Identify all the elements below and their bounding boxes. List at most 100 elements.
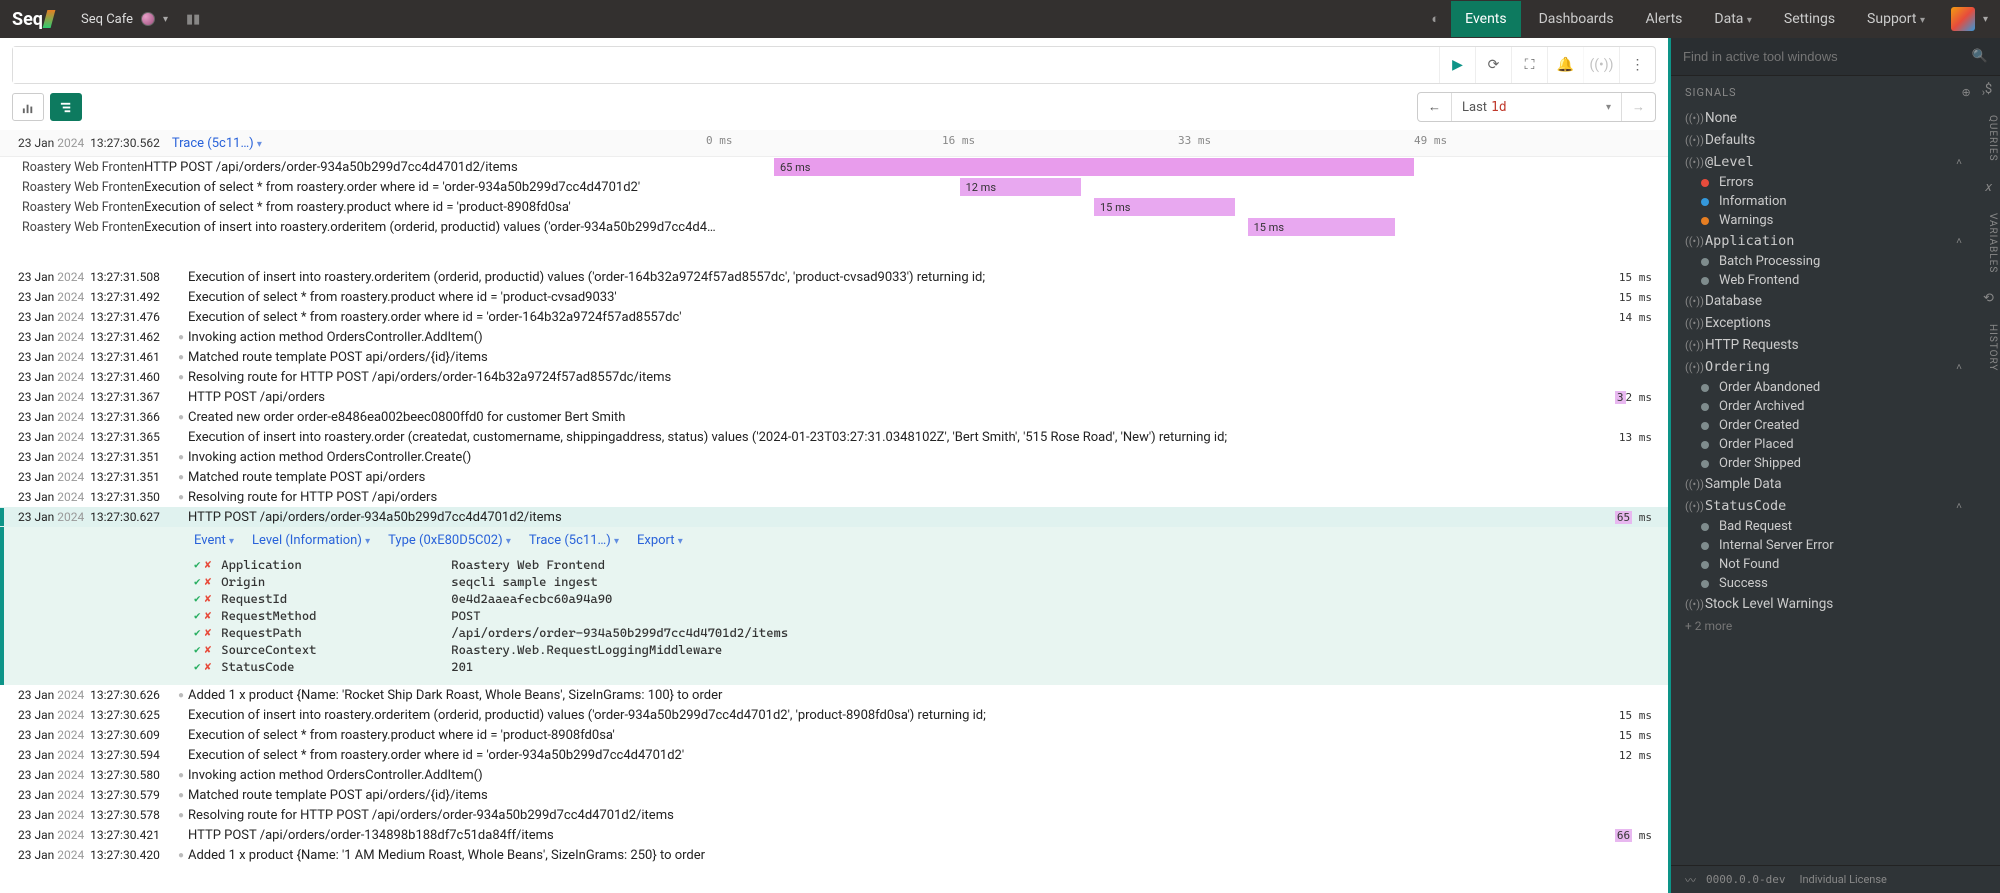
signal-batch[interactable]: Batch Processing [1671, 252, 1976, 271]
signal-created[interactable]: Order Created [1671, 416, 1976, 435]
event-row[interactable]: 23 Jan 2024 13:27:31.460 ● Resolving rou… [0, 367, 1668, 387]
more-button[interactable]: ⋮ [1619, 47, 1655, 83]
trace-span-row[interactable]: Roastery Web Frontend HTTP POST /api/ord… [0, 157, 1668, 177]
exclude-button[interactable]: ✘ [205, 575, 212, 588]
signal-shipped[interactable]: Order Shipped [1671, 454, 1976, 473]
side-tab-var-icon[interactable]: 𝑥 [1978, 174, 2000, 201]
include-button[interactable]: ✔ [194, 592, 201, 605]
event-row[interactable]: 23 Jan 2024 13:27:30.421 HTTP POST /api/… [0, 825, 1668, 845]
exclude-button[interactable]: ✘ [205, 626, 212, 639]
exclude-button[interactable]: ✘ [205, 609, 212, 622]
event-row[interactable]: 23 Jan 2024 13:27:30.626 ● Added 1 x pro… [0, 685, 1668, 705]
detail-level[interactable]: Level (Information) ▾ [252, 533, 370, 548]
event-row[interactable]: 23 Jan 2024 13:27:30.625 Execution of in… [0, 705, 1668, 725]
signal-webfe[interactable]: Web Frontend [1671, 271, 1976, 290]
signal-database[interactable]: ((•))Database [1671, 290, 1976, 312]
event-row[interactable]: 23 Jan 2024 13:27:31.461 ● Matched route… [0, 347, 1668, 367]
signal-defaults[interactable]: ((•))Defaults [1671, 129, 1976, 151]
event-row[interactable]: 23 Jan 2024 13:27:31.492 Execution of se… [0, 287, 1668, 307]
workspace-selector[interactable]: Seq Cafe ▾ [81, 12, 168, 27]
avatar[interactable] [1951, 7, 1975, 31]
signal-badreq[interactable]: Bad Request [1671, 517, 1976, 536]
side-tab-history[interactable]: HISTORY [1978, 312, 2000, 383]
bell-button[interactable]: 🔔 [1547, 47, 1583, 83]
event-row[interactable]: 23 Jan 2024 13:27:31.350 ● Resolving rou… [0, 487, 1668, 507]
signal-exceptions[interactable]: ((•))Exceptions [1671, 312, 1976, 334]
include-button[interactable]: ✔ [194, 660, 201, 673]
signals-more[interactable]: + 2 more [1671, 615, 1976, 637]
event-row[interactable]: 23 Jan 2024 13:27:31.367 HTTP POST /api/… [0, 387, 1668, 407]
detail-trace[interactable]: Trace (5c11…) ▾ [529, 533, 619, 548]
event-row[interactable]: 23 Jan 2024 13:27:31.476 Execution of se… [0, 307, 1668, 327]
event-row[interactable]: 23 Jan 2024 13:27:31.366 ● Created new o… [0, 407, 1668, 427]
event-row[interactable]: 23 Jan 2024 13:27:30.609 Execution of se… [0, 725, 1668, 745]
signal-sample[interactable]: ((•))Sample Data [1671, 473, 1976, 495]
signal-placed[interactable]: Order Placed [1671, 435, 1976, 454]
event-row[interactable]: 23 Jan 2024 13:27:31.351 ● Invoking acti… [0, 447, 1668, 467]
exclude-button[interactable]: ✘ [205, 592, 212, 605]
event-row[interactable]: 23 Jan 2024 13:27:30.420 ● Added 1 x pro… [0, 845, 1668, 865]
bookmark-icon[interactable]: ▮▮ [178, 4, 208, 35]
exclude-button[interactable]: ✘ [205, 660, 212, 673]
add-signal-button[interactable]: ⊕ [1961, 86, 1971, 99]
event-row[interactable]: 23 Jan 2024 13:27:31.508 Execution of in… [0, 267, 1668, 287]
signal-errors[interactable]: Errors [1671, 173, 1976, 192]
trace-span-row[interactable]: Roastery Web Frontend Execution of inser… [0, 217, 1668, 237]
chart-view-button[interactable] [12, 93, 44, 121]
search-icon[interactable]: 🔍 [1972, 49, 1988, 64]
nav-events[interactable]: Events [1451, 1, 1520, 37]
include-button[interactable]: ✔ [194, 558, 201, 571]
include-button[interactable]: ✔ [194, 575, 201, 588]
detail-type[interactable]: Type (0xE80D5C02) ▾ [388, 533, 511, 548]
include-button[interactable]: ✔ [194, 609, 201, 622]
expand-button[interactable]: ⛶ [1511, 47, 1547, 83]
side-tab-history-icon[interactable]: ⟲ [1978, 285, 2000, 312]
event-row[interactable]: 23 Jan 2024 13:27:31.365 Execution of in… [0, 427, 1668, 447]
events-list[interactable]: 23 Jan 2024 13:27:30.562 Trace (5c11…) ▾… [0, 130, 1668, 893]
heartbeat-icon[interactable]: 〰 [1685, 872, 1696, 888]
signal-application[interactable]: ((•))Application˄ [1671, 230, 1976, 252]
trace-span-row[interactable]: Roastery Web Frontend Execution of selec… [0, 197, 1668, 217]
nav-dashboards[interactable]: Dashboards [1525, 1, 1628, 37]
signal-ise[interactable]: Internal Server Error [1671, 536, 1976, 555]
signal-button[interactable]: ((•)) [1583, 47, 1619, 83]
signal-level[interactable]: ((•))@Level˄ [1671, 151, 1976, 173]
include-button[interactable]: ✔ [194, 643, 201, 656]
nav-support[interactable]: Support ▾ [1853, 1, 1939, 37]
side-tab-variables[interactable]: VARIABLES [1978, 201, 2000, 285]
trace-link[interactable]: Trace (5c11…) ▾ [172, 136, 262, 151]
right-search-input[interactable] [1683, 49, 1972, 64]
event-row[interactable]: 23 Jan 2024 13:27:30.580 ● Invoking acti… [0, 765, 1668, 785]
nav-alerts[interactable]: Alerts [1632, 1, 1697, 37]
signal-abandoned[interactable]: Order Abandoned [1671, 378, 1976, 397]
event-row[interactable]: 23 Jan 2024 13:27:31.462 ● Invoking acti… [0, 327, 1668, 347]
side-tab-queries[interactable]: QUERIES [1978, 103, 2000, 174]
logo[interactable]: Seq [12, 9, 53, 30]
exclude-button[interactable]: ✘ [205, 558, 212, 571]
signal-http[interactable]: ((•))HTTP Requests [1671, 334, 1976, 356]
event-row[interactable]: 23 Jan 2024 13:27:31.351 ● Matched route… [0, 467, 1668, 487]
chevron-down-icon[interactable]: ▾ [1983, 14, 1988, 25]
query-input[interactable] [13, 47, 1439, 83]
run-button[interactable]: ▶ [1439, 47, 1475, 83]
signal-archived[interactable]: Order Archived [1671, 397, 1976, 416]
event-row[interactable]: 23 Jan 2024 13:27:30.579 ● Matched route… [0, 785, 1668, 805]
nav-data[interactable]: Data ▾ [1700, 1, 1766, 37]
range-select[interactable]: Last 1d ▾ [1452, 93, 1622, 121]
signal-notfound[interactable]: Not Found [1671, 555, 1976, 574]
signal-information[interactable]: Information [1671, 192, 1976, 211]
refresh-button[interactable]: ⟳ [1475, 47, 1511, 83]
signal-status[interactable]: ((•))StatusCode˄ [1671, 495, 1976, 517]
detail-event[interactable]: Event ▾ [194, 533, 234, 548]
event-row[interactable]: 23 Jan 2024 13:27:30.578 ● Resolving rou… [0, 805, 1668, 825]
signal-warnings[interactable]: Warnings [1671, 211, 1976, 230]
detail-export[interactable]: Export ▾ [637, 533, 683, 548]
trace-view-button[interactable] [50, 93, 82, 121]
event-row[interactable]: 23 Jan 2024 13:27:30.594 Execution of se… [0, 745, 1668, 765]
signal-stock[interactable]: ((•))Stock Level Warnings [1671, 593, 1976, 615]
theme-toggle-icon[interactable]: ◐ [1423, 3, 1447, 35]
trace-span-row[interactable]: Roastery Web Frontend Execution of selec… [0, 177, 1668, 197]
exclude-button[interactable]: ✘ [205, 643, 212, 656]
signal-success[interactable]: Success [1671, 574, 1976, 593]
signal-ordering[interactable]: ((•))Ordering˄ [1671, 356, 1976, 378]
